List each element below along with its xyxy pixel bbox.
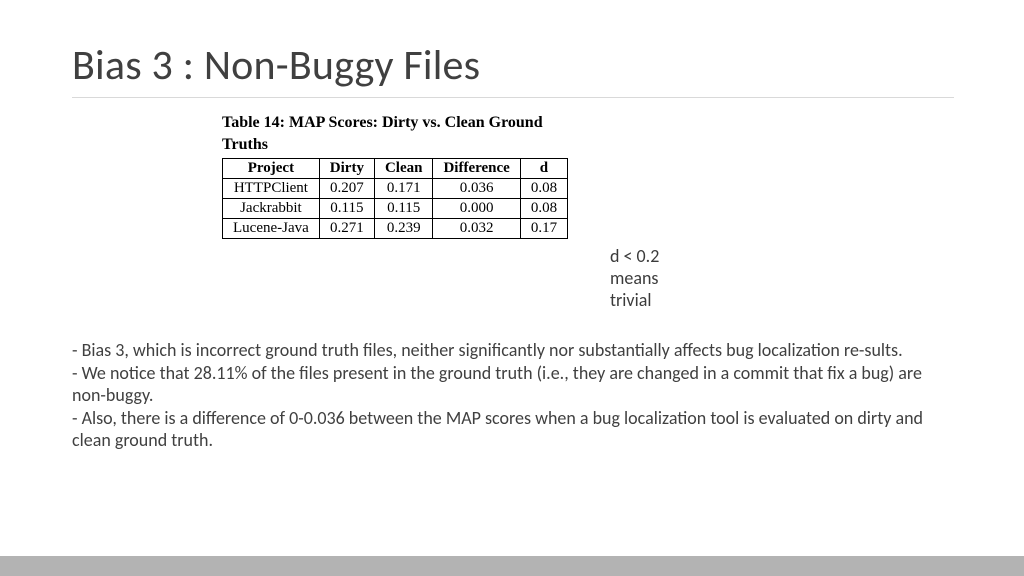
- body-paragraph-2: - We notice that 28.11% of the files pre…: [72, 362, 954, 407]
- title-divider: [72, 97, 954, 98]
- table-row: HTTPClient 0.207 0.171 0.036 0.08: [223, 179, 568, 199]
- col-project: Project: [223, 159, 320, 179]
- bottom-gray-bar: [0, 556, 1024, 576]
- caption-line-1: Table 14: MAP Scores: Dirty vs. Clean Gr…: [222, 114, 543, 131]
- col-dirty: Dirty: [319, 159, 374, 179]
- body-paragraph-3: - Also, there is a difference of 0-0.036…: [72, 407, 954, 452]
- cell: 0.115: [374, 199, 433, 219]
- cell: 0.032: [433, 219, 520, 239]
- slide-title: Bias 3 : Non-Buggy Files: [72, 40, 954, 91]
- body-paragraph-1: - Bias 3, which is incorrect ground trut…: [72, 339, 954, 362]
- cell: HTTPClient: [223, 179, 320, 199]
- col-clean: Clean: [374, 159, 433, 179]
- slide: Bias 3 : Non-Buggy Files Table 14: MAP S…: [0, 0, 1024, 576]
- body-text: - Bias 3, which is incorrect ground trut…: [72, 339, 954, 452]
- table-block: Table 14: MAP Scores: Dirty vs. Clean Gr…: [222, 112, 702, 311]
- table-header-row: Project Dirty Clean Difference d: [223, 159, 568, 179]
- cell: 0.000: [433, 199, 520, 219]
- cell: 0.207: [319, 179, 374, 199]
- cell: 0.08: [520, 179, 567, 199]
- cell: 0.239: [374, 219, 433, 239]
- caption-line-2: Truths: [222, 136, 268, 153]
- trivial-note: d < 0.2 means trivial: [610, 245, 702, 311]
- cell: 0.036: [433, 179, 520, 199]
- cell: 0.171: [374, 179, 433, 199]
- cell: 0.115: [319, 199, 374, 219]
- cell: 0.08: [520, 199, 567, 219]
- table-row: Lucene-Java 0.271 0.239 0.032 0.17: [223, 219, 568, 239]
- cell: Jackrabbit: [223, 199, 320, 219]
- col-d: d: [520, 159, 567, 179]
- cell: Lucene-Java: [223, 219, 320, 239]
- cell: 0.17: [520, 219, 567, 239]
- cell: 0.271: [319, 219, 374, 239]
- col-difference: Difference: [433, 159, 520, 179]
- map-scores-table: Project Dirty Clean Difference d HTTPCli…: [222, 158, 568, 239]
- table-caption: Table 14: MAP Scores: Dirty vs. Clean Gr…: [222, 112, 702, 155]
- table-row: Jackrabbit 0.115 0.115 0.000 0.08: [223, 199, 568, 219]
